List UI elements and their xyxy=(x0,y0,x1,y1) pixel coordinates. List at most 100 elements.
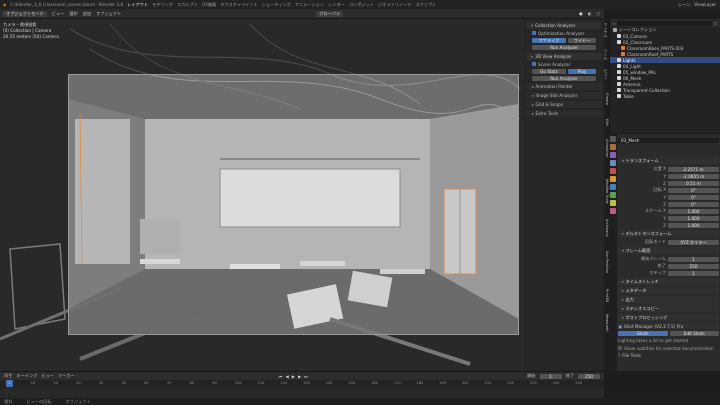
outliner-row[interactable]: Table xyxy=(610,93,720,99)
data-tab-icon[interactable] xyxy=(610,200,616,206)
workspace-tab-texture[interactable]: テクスチャペイント xyxy=(220,2,258,8)
filter-icon[interactable]: ⌕ xyxy=(613,21,615,26)
collection-icon xyxy=(621,46,625,50)
property-field[interactable]: 2.2571 m xyxy=(668,166,719,172)
rotation-mode-select[interactable]: XYZ オイラー xyxy=(668,239,719,245)
play-button[interactable]: Play xyxy=(568,68,596,74)
property-field[interactable]: 250 xyxy=(668,263,719,269)
property-field[interactable]: 0° xyxy=(668,187,719,193)
file-tools-row: ? File Tools xyxy=(618,352,719,358)
shot-manager-label[interactable]: Shot Manager (V2.3.7.5) Pro xyxy=(624,324,683,329)
checkbox-icon[interactable] xyxy=(618,346,622,350)
workspace-tab-compositing[interactable]: コンポジット xyxy=(349,2,374,8)
collapsed-section[interactable]: メタデータ xyxy=(618,287,719,294)
property-field[interactable]: -2.0655 m xyxy=(668,173,719,179)
analyze-button[interactable]: アナライズ xyxy=(532,37,566,43)
workspace-tab-animation[interactable]: アニメーション xyxy=(295,2,324,8)
render-tab-icon[interactable] xyxy=(610,144,616,150)
panel-grid-snaps[interactable]: Grid & Snaps xyxy=(526,101,602,108)
tool-tab-icon[interactable] xyxy=(610,136,616,142)
outliner-search-input[interactable] xyxy=(617,20,712,26)
property-row: 位置 X 2.2571 m xyxy=(618,166,719,172)
run-analyzer-button[interactable]: Run Analyzer xyxy=(532,44,596,50)
output-tab-icon[interactable] xyxy=(610,152,616,158)
file-tools-label[interactable]: File Tools xyxy=(622,353,641,358)
material-tab-icon[interactable] xyxy=(610,208,616,214)
menu-add[interactable]: 追加 xyxy=(83,11,91,17)
property-row: Y 1.000 xyxy=(618,215,719,221)
play-icon[interactable]: ▶ xyxy=(292,374,295,379)
shading-solid-icon[interactable]: ● xyxy=(579,11,583,16)
menu-view[interactable]: ビュー xyxy=(52,11,65,17)
property-field[interactable]: 0° xyxy=(668,194,719,200)
transform-section[interactable]: トランスフォーム xyxy=(618,157,719,164)
panel-animation-painter[interactable]: Animation Painter xyxy=(526,83,602,90)
timeline-ruler[interactable]: 1 0 10 20 30 40 50 60 70 80 90 100 110 120 130 140 150 1… xyxy=(0,380,604,388)
menu-select[interactable]: 選択 xyxy=(69,11,77,17)
property-field[interactable]: 1.000 xyxy=(668,215,719,221)
wire-button[interactable]: ワイヤー xyxy=(568,37,596,43)
panel-3d-view-analyzer[interactable]: 3D View Analyzer xyxy=(527,53,601,60)
workspace-tab-uv[interactable]: UV編集 xyxy=(202,2,216,8)
workspace-tab-scripting[interactable]: スクリプト xyxy=(415,2,436,8)
frame-tick-label: 240 xyxy=(552,381,560,385)
funnel-icon[interactable]: ▽ xyxy=(714,21,717,26)
world-tab-icon[interactable] xyxy=(610,168,616,174)
shading-render-icon[interactable]: ○ xyxy=(596,11,600,16)
panel-collection-analyzer[interactable]: Collection Analyzer xyxy=(527,22,601,29)
mode-selector[interactable]: オブジェクトモード xyxy=(3,10,47,17)
timeline-menu-keying[interactable]: キーイング xyxy=(16,373,37,379)
go-stats-button[interactable]: Go Stats xyxy=(532,68,566,74)
workspace-tab-render[interactable]: レンダー xyxy=(328,2,345,8)
property-field[interactable]: 1.000 xyxy=(668,208,719,214)
workspace-tab-sculpt[interactable]: スカルプト xyxy=(177,2,198,8)
jump-start-icon[interactable]: ⏮ xyxy=(279,374,283,379)
orientation-selector[interactable]: グローバル xyxy=(316,10,344,17)
delta-transform-section[interactable]: デルタトランスフォーム xyxy=(618,230,719,237)
run-analyzer-button-2[interactable]: Run Analyzer xyxy=(532,75,596,81)
workspace-tab-shading[interactable]: シェーディング xyxy=(262,2,291,8)
jump-end-icon[interactable]: ⏭ xyxy=(304,374,308,379)
collapsed-section[interactable]: ポストプロセッシング xyxy=(618,314,719,321)
workspace-tab-modeling[interactable]: モデリング xyxy=(152,2,173,8)
checkbox-icon[interactable] xyxy=(532,31,536,35)
shading-material-icon[interactable]: ◐ xyxy=(588,11,592,16)
timeline-menu-view[interactable]: ビュー xyxy=(41,373,54,379)
timeline-menu-marker[interactable]: マーカー xyxy=(58,373,75,379)
modifier-tab-icon[interactable] xyxy=(610,184,616,190)
property-field[interactable]: 1.000 xyxy=(668,222,719,228)
scene-selector[interactable]: シーン xyxy=(678,2,690,8)
object-name-field[interactable]: 03_Mesh xyxy=(618,137,719,143)
collapsed-section[interactable]: タイムストレッチ xyxy=(618,278,719,285)
shots-button[interactable]: Shots xyxy=(618,330,668,336)
property-field[interactable]: 0.51 m xyxy=(668,180,719,186)
collapsed-section[interactable]: ステレオスコピー xyxy=(618,305,719,312)
checkbox-icon[interactable] xyxy=(532,62,536,66)
property-field[interactable]: 1 xyxy=(668,270,719,276)
prev-key-icon[interactable]: ◀ xyxy=(285,374,288,379)
panel-extra-tools[interactable]: Extra Tools xyxy=(526,110,602,117)
workspace-tab-layout[interactable]: レイアウト xyxy=(127,2,148,8)
3d-viewport[interactable] xyxy=(0,19,524,371)
constraint-tab-icon[interactable] xyxy=(610,192,616,198)
frame-range-section[interactable]: フレーム範囲 xyxy=(618,247,719,254)
viewport-info: カメラ・透視投影 (0) Collection | Camera 20.55 m… xyxy=(3,22,59,40)
panel-image-slot-analyzer[interactable]: Image Slot Analyzer xyxy=(526,92,602,99)
end-frame-field[interactable]: 250 xyxy=(578,373,600,379)
timeline-menu-playback[interactable]: 再生 xyxy=(4,373,12,379)
property-field[interactable]: 1 xyxy=(668,256,719,262)
scene-tab-icon[interactable] xyxy=(610,160,616,166)
property-field[interactable]: 0° xyxy=(668,201,719,207)
edit-shots-button[interactable]: Edit Shots xyxy=(669,330,719,336)
collapsed-section[interactable]: 出力 xyxy=(618,296,719,303)
object-tab-icon[interactable] xyxy=(610,176,616,182)
start-frame-field[interactable]: 1 xyxy=(539,373,562,379)
next-key-icon[interactable]: ▶ xyxy=(298,374,301,379)
viewlayer-selector[interactable]: ViewLayer xyxy=(694,2,716,7)
workspace-tab-geonodes[interactable]: ジオメトリノード xyxy=(378,2,412,8)
menu-object[interactable]: オブジェクト xyxy=(96,11,121,17)
outliner-row-label: シーンコレクション xyxy=(619,27,657,32)
collection-icon xyxy=(617,88,621,92)
blender-logo-icon[interactable]: ◆ xyxy=(3,2,6,7)
frame-tick-label: 150 xyxy=(348,381,356,385)
